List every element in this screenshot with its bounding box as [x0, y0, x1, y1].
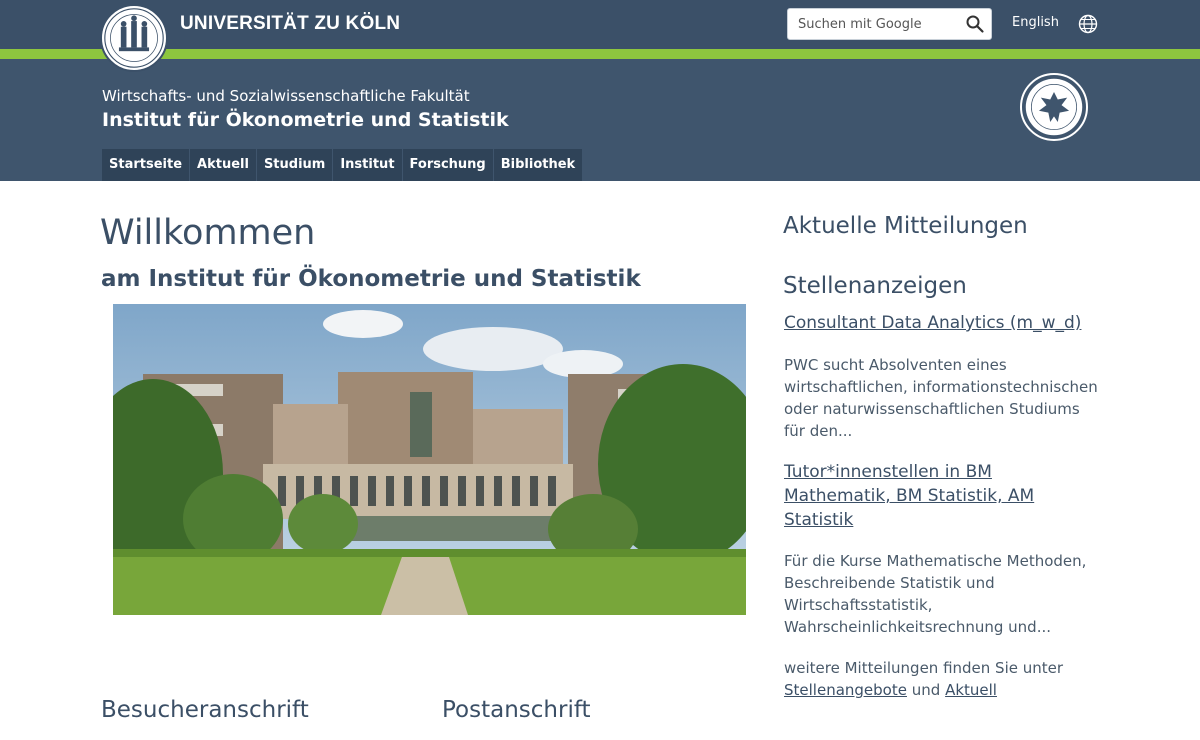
search-input[interactable]	[788, 9, 958, 39]
jobs-heading: Stellenanzeigen	[783, 273, 967, 299]
nav-item-studium[interactable]: Studium	[257, 149, 334, 181]
university-name[interactable]: UNIVERSITÄT ZU KÖLN	[180, 13, 400, 35]
language-switch[interactable]: English	[1012, 15, 1059, 30]
nav-item-startseite[interactable]: Startseite	[102, 149, 191, 181]
page-subtitle: am Institut für Ökonometrie und Statisti…	[101, 266, 641, 292]
job-teaser: PWC sucht Absolventen eines wirtschaftli…	[784, 356, 1098, 440]
accent-stripe	[0, 49, 1200, 59]
job-link-tutor[interactable]: Tutor*innenstellen in BM Mathematik, BM …	[784, 460, 1084, 532]
nav-item-bibliothek[interactable]: Bibliothek	[494, 149, 582, 181]
nav-item-institut[interactable]: Institut	[333, 149, 403, 181]
page-title: Willkommen	[100, 213, 316, 253]
main-navigation: Startseite Aktuell Studium Institut Fors…	[102, 149, 583, 181]
link-stellenangebote[interactable]: Stellenangebote	[784, 681, 907, 699]
nav-item-forschung[interactable]: Forschung	[403, 149, 494, 181]
more-news-prefix: weitere Mitteilungen finden Sie unter	[784, 659, 1064, 677]
search-icon[interactable]	[965, 14, 985, 34]
visitor-address-heading: Besucheranschrift	[101, 697, 309, 723]
nav-item-aktuell[interactable]: Aktuell	[190, 149, 257, 181]
news-heading: Aktuelle Mitteilungen	[783, 213, 1028, 239]
job-link-consultant[interactable]: Consultant Data Analytics (m_w_d)	[784, 311, 1084, 335]
search-box	[787, 8, 992, 40]
campus-photo	[113, 304, 746, 615]
job-teaser: Für die Kurse Mathematische Methoden, Be…	[784, 552, 1087, 636]
postal-address-heading: Postanschrift	[442, 697, 591, 723]
faculty-name[interactable]: Wirtschafts- und Sozialwissenschaftliche…	[102, 87, 470, 105]
university-seal-icon[interactable]	[100, 4, 168, 72]
link-aktuell[interactable]: Aktuell	[945, 681, 997, 699]
globe-icon[interactable]	[1078, 14, 1098, 34]
more-news-text: weitere Mitteilungen finden Sie unter St…	[784, 657, 1104, 701]
more-news-and: und	[911, 681, 941, 699]
institute-name[interactable]: Institut für Ökonometrie und Statistik	[102, 109, 509, 131]
faculty-seal-icon	[1020, 73, 1088, 141]
